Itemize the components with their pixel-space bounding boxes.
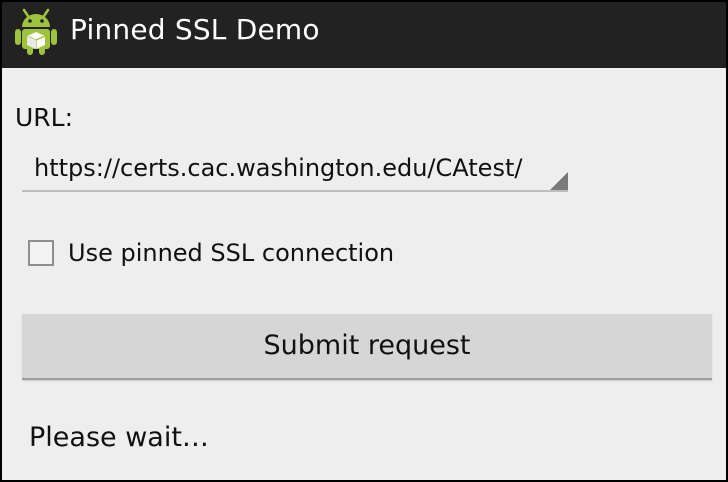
- app-window: Pinned SSL Demo URL: https://certs.cac.w…: [0, 0, 728, 482]
- dropdown-corner-icon: [550, 172, 568, 190]
- url-spinner[interactable]: https://certs.cac.washington.edu/CAtest/: [22, 148, 568, 192]
- android-icon: [15, 8, 57, 55]
- url-label: URL:: [15, 103, 74, 132]
- spinner-underline: [22, 190, 568, 192]
- app-title: Pinned SSL Demo: [70, 13, 320, 46]
- pinned-ssl-checkbox-label[interactable]: Use pinned SSL connection: [68, 236, 394, 270]
- status-text: Please wait…: [29, 422, 209, 453]
- action-bar: Pinned SSL Demo: [2, 2, 726, 68]
- submit-request-button[interactable]: Submit request: [22, 314, 712, 380]
- url-spinner-value: https://certs.cac.washington.edu/CAtest/: [34, 154, 523, 182]
- pinned-ssl-checkbox[interactable]: [28, 240, 54, 266]
- pinned-ssl-checkbox-row[interactable]: Use pinned SSL connection: [28, 236, 448, 270]
